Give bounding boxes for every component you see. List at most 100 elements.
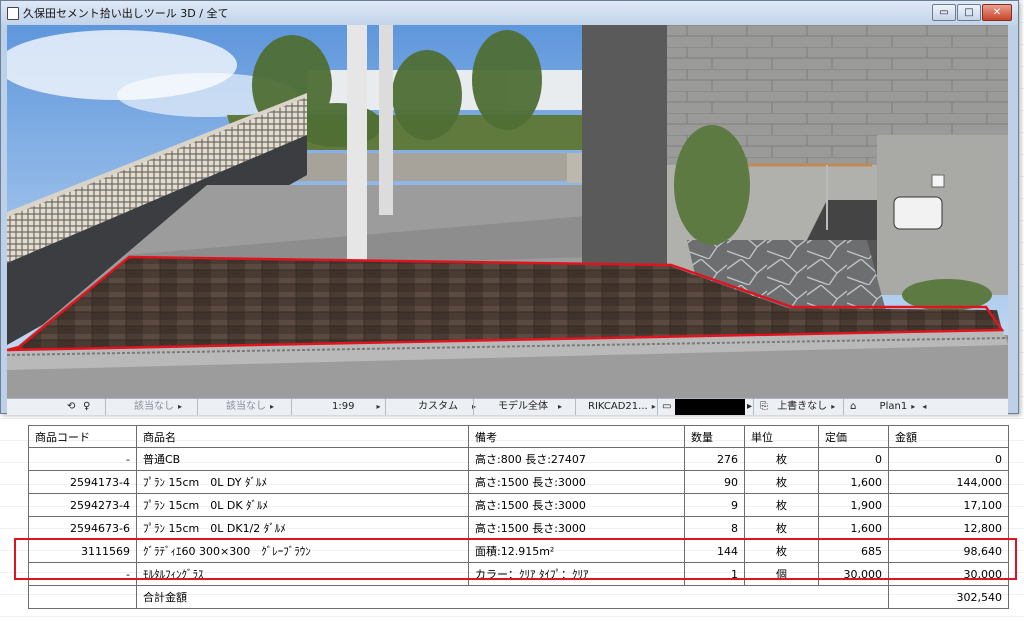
- cell-quantity: 9: [684, 493, 745, 517]
- status-pen-set-label: カスタム: [418, 401, 458, 412]
- col-header-list-price: 定価: [818, 425, 889, 448]
- cell-list-price: 1,600: [818, 516, 889, 540]
- cell-unit: 個: [744, 562, 819, 586]
- chevron-right-icon: ▸: [747, 401, 753, 412]
- renovation-icon: ⌂: [850, 401, 857, 412]
- cell-list-price: 685: [818, 539, 889, 563]
- cell-quantity: 144: [684, 539, 745, 563]
- cell-list-price: 30,000: [818, 562, 889, 586]
- cell-unit: 枚: [744, 493, 819, 517]
- table-total-row: 合計金額 302,540: [28, 585, 1009, 609]
- cell-amount: 30,000: [888, 562, 1009, 586]
- status-layer-filter-label: 該当なし: [134, 401, 174, 412]
- clipboard-icon: ⎘: [760, 401, 768, 412]
- app-icon: [7, 7, 19, 20]
- table-row: - ﾓﾙﾀﾙﾌｨﾝｸﾞﾗｽ カラー：ｸﾘｱ ﾀｲﾌﾟ：ｸﾘｱ 1 個 30,00…: [28, 562, 1009, 586]
- status-dimension-standard[interactable]: RIKCAD21... ▸: [575, 399, 668, 415]
- window-title: 久保田セメント拾い出しツール 3D / 全て: [23, 7, 229, 20]
- cell-code: 3111569: [28, 539, 137, 563]
- cell-list-price: 1,600: [818, 470, 889, 494]
- col-header-remarks: 備考: [468, 425, 685, 448]
- cell-code: 2594673-6: [28, 516, 137, 540]
- col-header-code: 商品コード: [28, 425, 137, 448]
- cell-amount: 0: [888, 447, 1009, 471]
- chevron-right-icon: ▸: [270, 402, 275, 411]
- walk-icon[interactable]: ♀: [83, 399, 90, 415]
- cell-remarks: 高さ:1500 長さ:3000: [468, 516, 685, 540]
- chevron-left-icon[interactable]: ◂: [922, 402, 926, 411]
- window-controls: ▭ □ ✕: [932, 4, 1012, 21]
- viewer-window: 久保田セメント拾い出しツール 3D / 全て ▭ □ ✕ ⟲ ♀ 該当なし ▸ …: [0, 0, 1019, 415]
- cell-list-price: 1,900: [818, 493, 889, 517]
- cell-name: ﾓﾙﾀﾙﾌｨﾝｸﾞﾗｽ: [136, 562, 469, 586]
- chevron-right-icon: ▸: [911, 402, 916, 411]
- status-scale-label: 1:99: [332, 401, 355, 412]
- cell-remarks: 面積:12.915m²: [468, 539, 685, 563]
- status-dimension-label: RIKCAD21...: [588, 401, 648, 412]
- cell-amount: 98,640: [888, 539, 1009, 563]
- status-renovation-label: Plan1: [879, 401, 908, 412]
- close-button[interactable]: ✕: [982, 4, 1012, 21]
- house-wall: [582, 25, 667, 285]
- cell-name: ﾌﾟﾗﾝ 15cm 0L DK1/2 ﾀﾞﾙﾒ: [136, 516, 469, 540]
- title-bar[interactable]: 久保田セメント拾い出しツール 3D / 全て ▭ □ ✕: [1, 1, 1018, 25]
- table-header-row: 商品コード 商品名 備考 数量 単位 定価 金額: [28, 425, 1009, 448]
- quantity-table: 商品コード 商品名 備考 数量 単位 定価 金額 - 普通CB 高さ:800 長…: [28, 425, 1009, 609]
- cell-remarks: 高さ:1500 長さ:3000: [468, 470, 685, 494]
- cell-amount: 17,100: [888, 493, 1009, 517]
- cell-quantity: 8: [684, 516, 745, 540]
- total-label: 合計金額: [136, 585, 889, 609]
- status-renovation[interactable]: ⌂ Plan1 ▸ ◂: [843, 399, 954, 415]
- minimize-button[interactable]: ▭: [932, 4, 956, 21]
- 3d-viewport[interactable]: [7, 25, 1008, 398]
- cell-remarks: 高さ:1500 長さ:3000: [468, 493, 685, 517]
- cell-amount: 144,000: [888, 470, 1009, 494]
- chevron-right-icon: ▸: [831, 402, 836, 411]
- status-model-view-label: モデル全体: [498, 401, 548, 412]
- status-bar: ⟲ ♀ 該当なし ▸ 該当なし ▸ 1:99 ▸ カスタム ▸ モデル全体 ▸ RIKCA…: [7, 398, 1008, 415]
- table-row: 2594173-4 ﾌﾟﾗﾝ 15cm 0L DY ﾀﾞﾙﾒ 高さ:1500 長…: [28, 470, 1009, 494]
- mailbox: [893, 196, 943, 230]
- col-header-name: 商品名: [136, 425, 469, 448]
- table-row: 2594673-6 ﾌﾟﾗﾝ 15cm 0L DK1/2 ﾀﾞﾙﾒ 高さ:150…: [28, 516, 1009, 540]
- total-value: 302,540: [888, 585, 1009, 609]
- col-header-quantity: 数量: [684, 425, 745, 448]
- chevron-right-icon: ▸: [558, 402, 563, 411]
- cell-name: ﾌﾟﾗﾝ 15cm 0L DY ﾀﾞﾙﾒ: [136, 470, 469, 494]
- cell-quantity: 276: [684, 447, 745, 471]
- cell-quantity: 1: [684, 562, 745, 586]
- cell-name: 普通CB: [136, 447, 469, 471]
- maximize-button[interactable]: □: [957, 4, 981, 21]
- col-header-unit: 単位: [744, 425, 819, 448]
- cell-remarks: 高さ:800 長さ:27407: [468, 447, 685, 471]
- chevron-right-icon: ▸: [376, 402, 381, 411]
- chevron-right-icon: ▸: [178, 402, 183, 411]
- cell-quantity: 90: [684, 470, 745, 494]
- 3d-scene: [7, 25, 1008, 398]
- cell-code: 2594273-4: [28, 493, 137, 517]
- cell-list-price: 0: [818, 447, 889, 471]
- cell-name: ﾌﾟﾗﾝ 15cm 0L DK ﾀﾞﾙﾒ: [136, 493, 469, 517]
- redacted-field: [675, 399, 745, 415]
- cell-code: -: [28, 562, 137, 586]
- orbit-icon[interactable]: ⟲: [67, 399, 75, 415]
- table-row-highlighted: 3111569 ｸﾞﾗﾃﾞｨｴ60 300×300 ｸﾞﾚｰﾌﾞﾗｳﾝ 面積:1…: [28, 539, 1009, 563]
- cell-code: 2594173-4: [28, 470, 137, 494]
- cell-unit: 枚: [744, 447, 819, 471]
- table-row: 2594273-4 ﾌﾟﾗﾝ 15cm 0L DK ﾀﾞﾙﾒ 高さ:1500 長…: [28, 493, 1009, 517]
- cell-code: -: [28, 447, 137, 471]
- status-override[interactable]: ⎘ 上書きなし ▸: [753, 399, 848, 415]
- carport-post: [347, 25, 367, 265]
- status-override-label: 上書きなし: [777, 401, 828, 412]
- cell-empty: [28, 585, 137, 609]
- cell-unit: 枚: [744, 470, 819, 494]
- table-row: - 普通CB 高さ:800 長さ:27407 276 枚 0 0: [28, 447, 1009, 471]
- cell-unit: 枚: [744, 539, 819, 563]
- col-header-amount: 金額: [888, 425, 1009, 448]
- cell-name: ｸﾞﾗﾃﾞｨｴ60 300×300 ｸﾞﾚｰﾌﾞﾗｳﾝ: [136, 539, 469, 563]
- cell-unit: 枚: [744, 516, 819, 540]
- chevron-right-icon: ▸: [651, 402, 656, 411]
- cell-remarks: カラー：ｸﾘｱ ﾀｲﾌﾟ：ｸﾘｱ: [468, 562, 685, 586]
- cell-amount: 12,800: [888, 516, 1009, 540]
- status-story-filter-label: 該当なし: [226, 401, 266, 412]
